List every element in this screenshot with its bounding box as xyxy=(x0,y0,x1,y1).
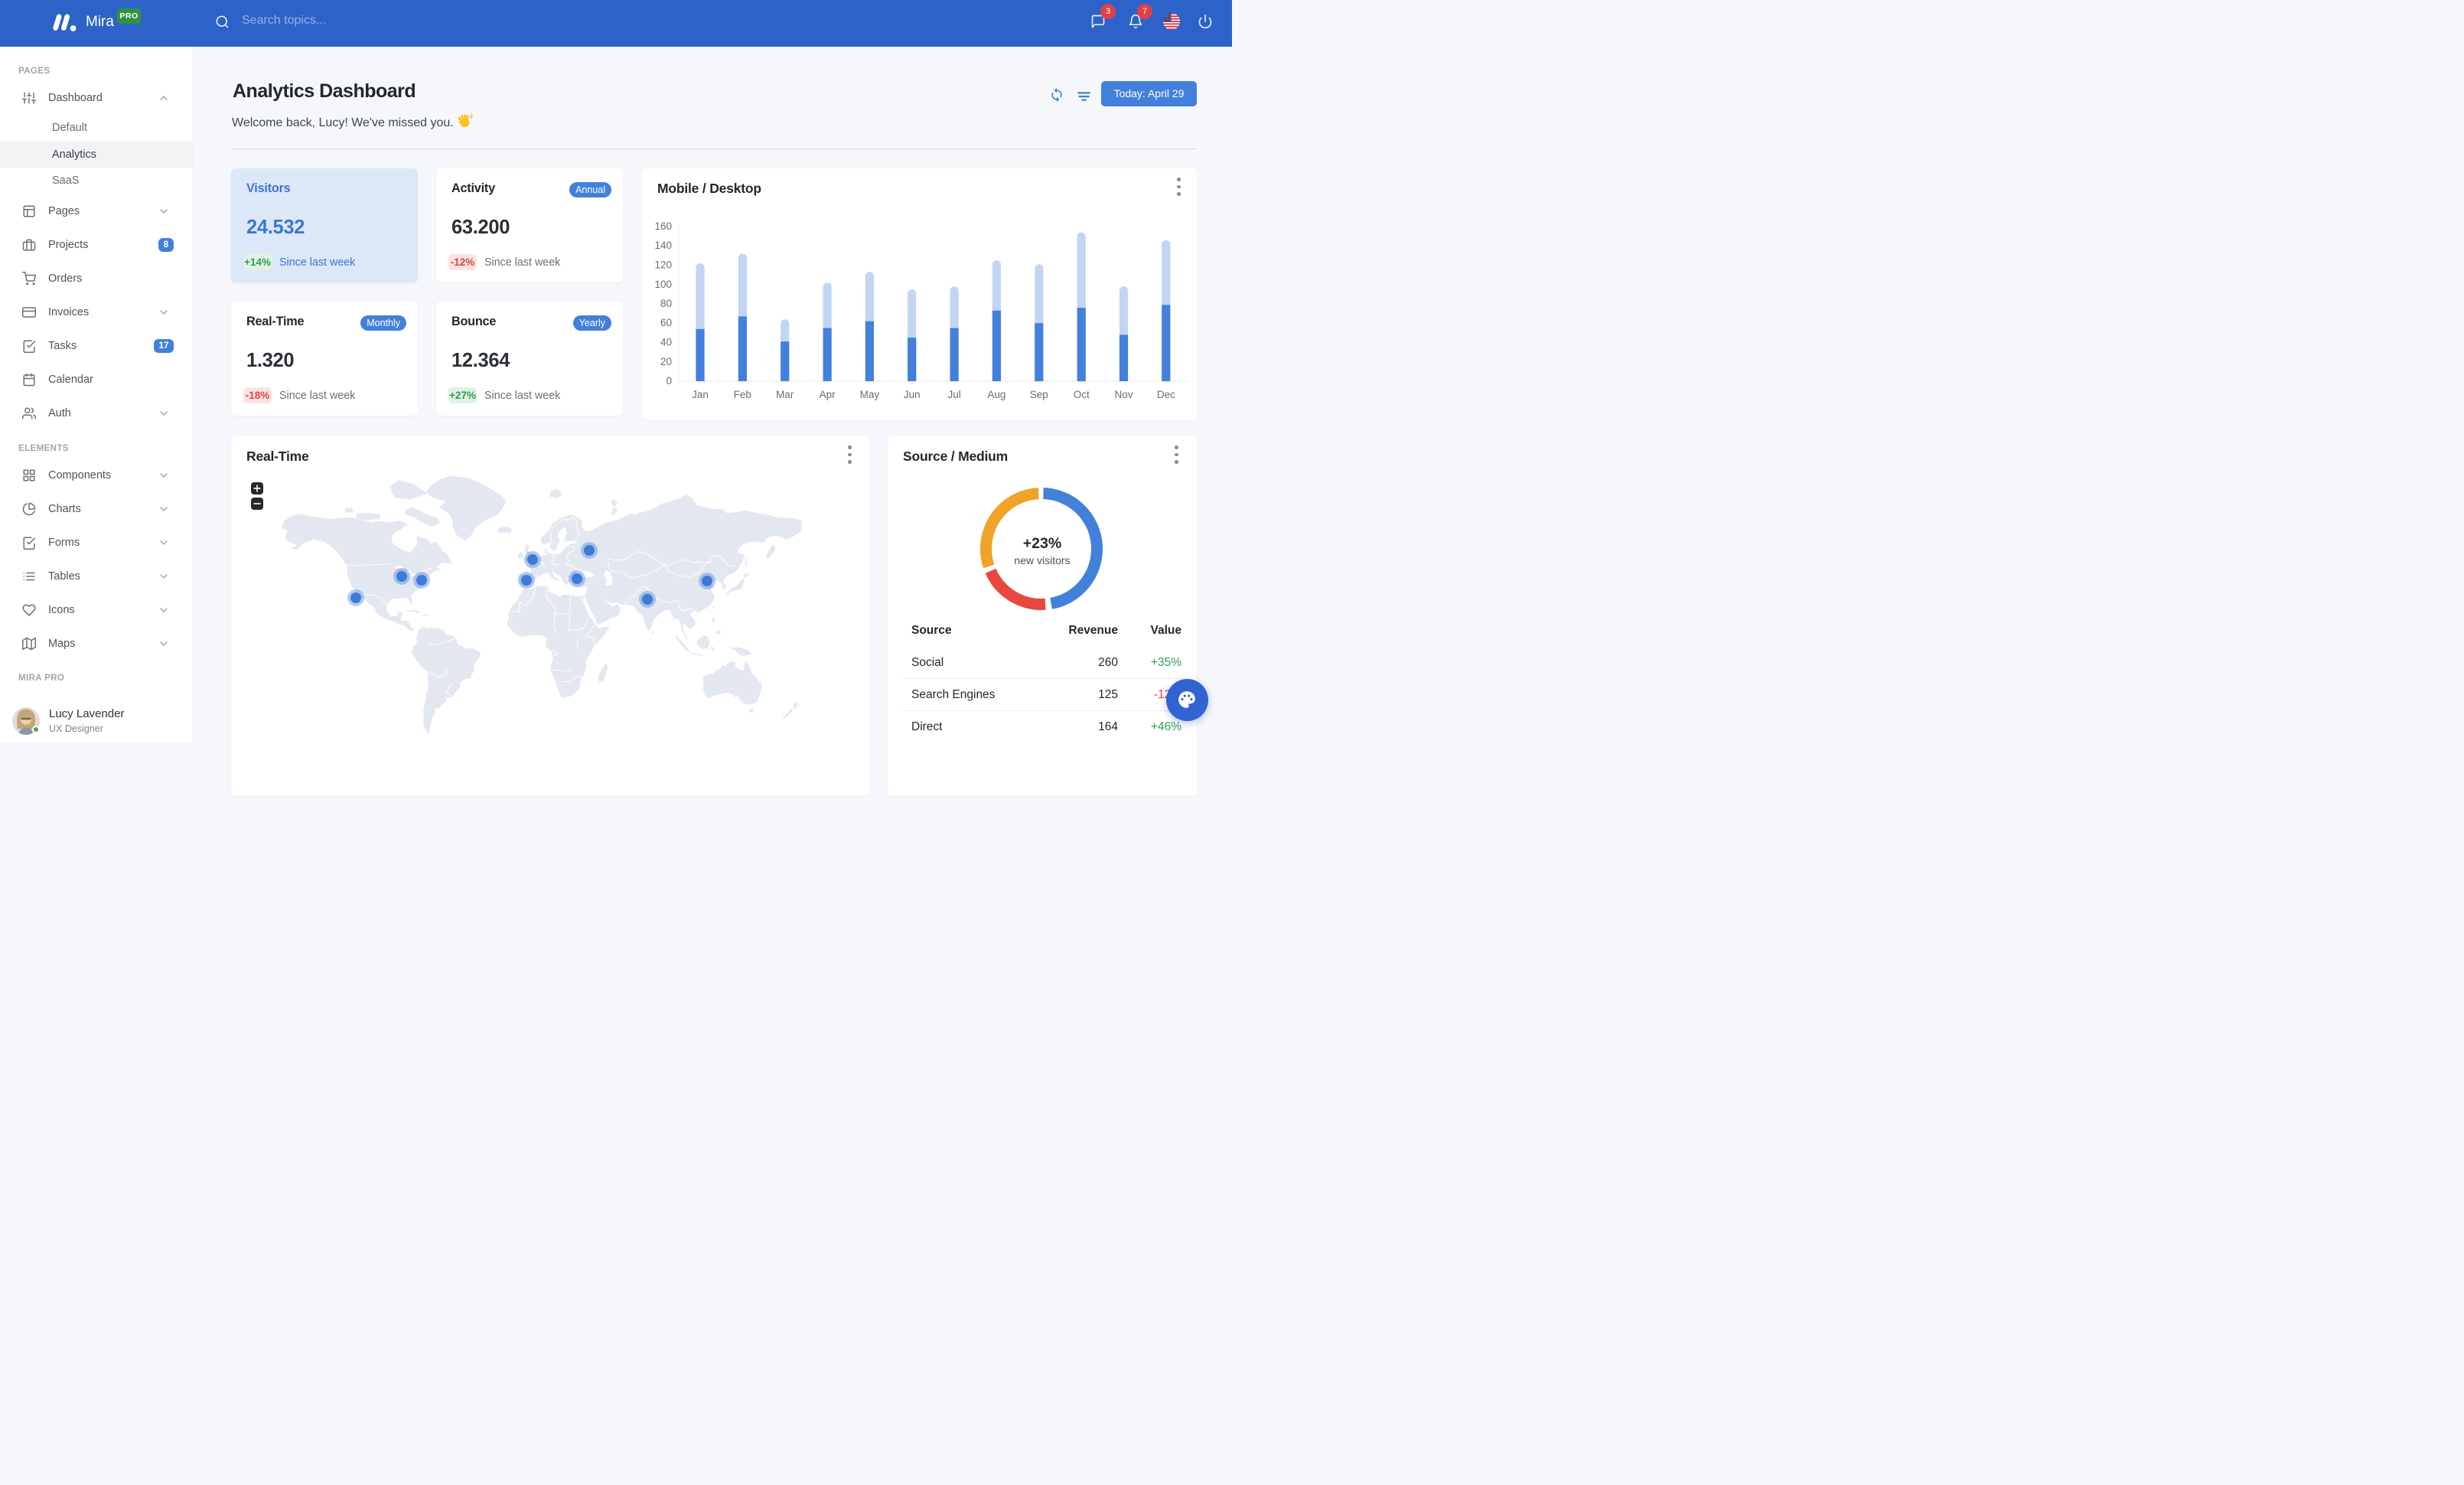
svg-text:Mar: Mar xyxy=(776,389,794,400)
svg-text:80: 80 xyxy=(660,298,672,309)
svg-text:100: 100 xyxy=(654,279,672,290)
svg-text:0: 0 xyxy=(666,375,672,387)
svg-text:Apr: Apr xyxy=(820,389,836,400)
svg-text:Jan: Jan xyxy=(692,389,709,400)
svg-text:Oct: Oct xyxy=(1074,389,1090,400)
svg-text:Sep: Sep xyxy=(1030,389,1048,400)
svg-text:120: 120 xyxy=(654,259,672,271)
svg-text:Dec: Dec xyxy=(1157,389,1175,400)
svg-text:20: 20 xyxy=(660,356,672,367)
svg-text:May: May xyxy=(860,389,880,400)
svg-text:Jul: Jul xyxy=(947,389,960,400)
svg-text:Feb: Feb xyxy=(734,389,751,400)
svg-text:40: 40 xyxy=(660,337,672,348)
svg-text:Nov: Nov xyxy=(1114,389,1133,400)
svg-text:Jun: Jun xyxy=(904,389,921,400)
svg-text:140: 140 xyxy=(654,240,672,251)
svg-text:60: 60 xyxy=(660,317,672,328)
svg-text:Aug: Aug xyxy=(987,389,1005,400)
svg-text:160: 160 xyxy=(654,220,672,232)
